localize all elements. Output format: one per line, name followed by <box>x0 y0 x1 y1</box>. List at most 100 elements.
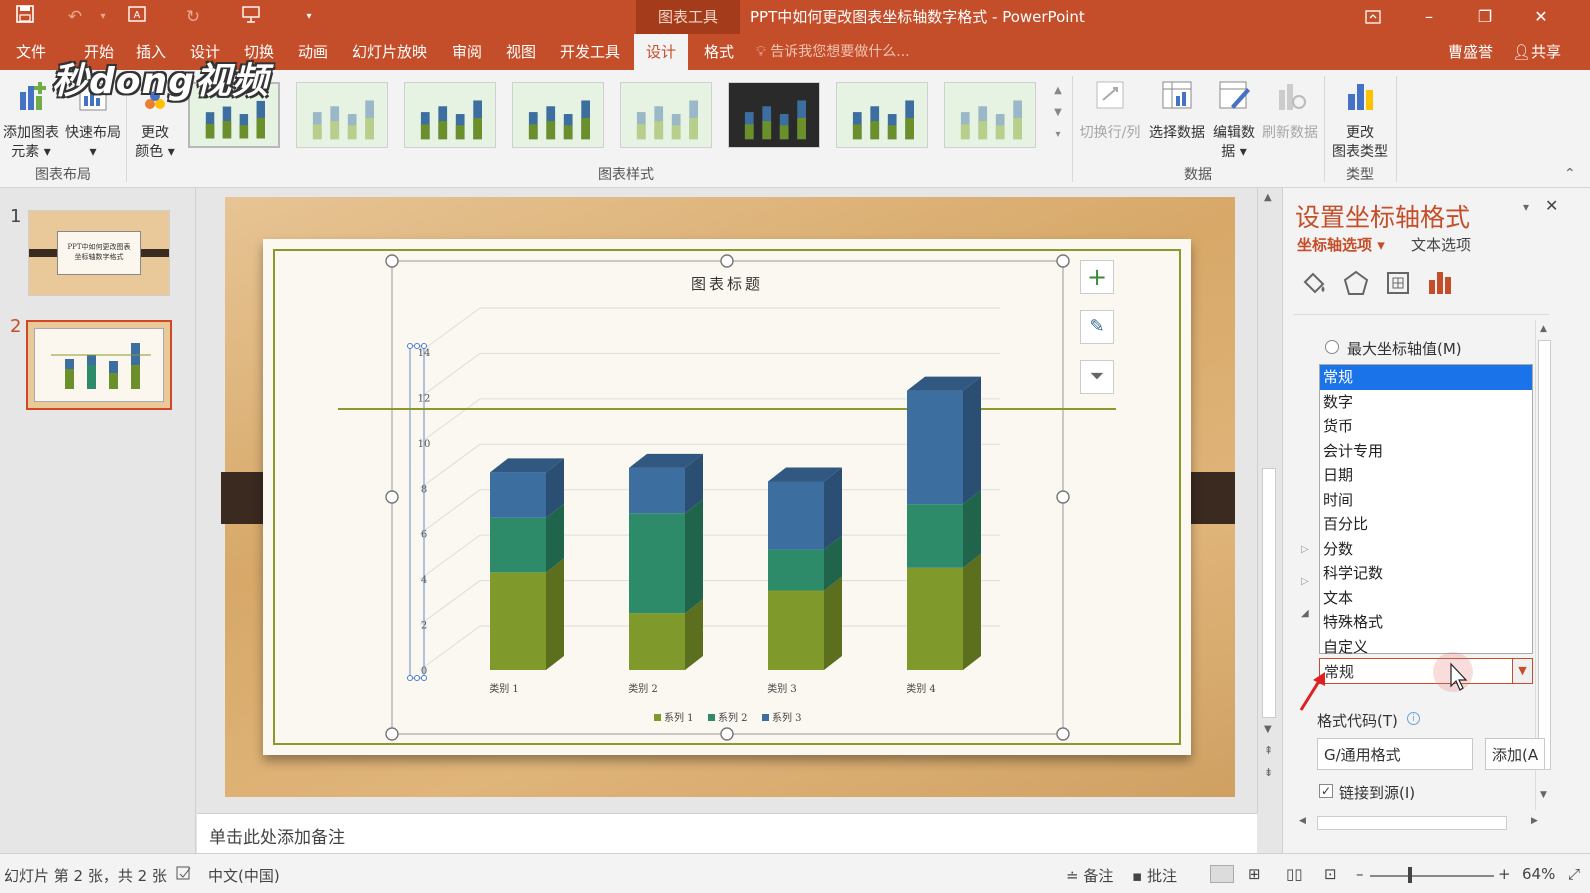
info-icon[interactable]: i <box>1407 712 1420 725</box>
number-category-option[interactable]: 数字 <box>1320 390 1532 415</box>
previous-slide-icon[interactable]: ⇞ <box>1264 744 1273 757</box>
redo-icon[interactable]: ↻ <box>180 5 206 29</box>
slide-thumbnail-2[interactable] <box>26 320 172 410</box>
collapse-ribbon-icon[interactable]: ⌃ <box>1564 166 1576 182</box>
size-properties-icon[interactable] <box>1383 268 1413 298</box>
slideshow-icon[interactable]: ⊡ <box>1324 865 1337 883</box>
pane-scroll-up-icon[interactable]: ▲ <box>1540 324 1547 334</box>
ribbon-display-options-icon[interactable] <box>1350 0 1396 34</box>
edit-data-button[interactable]: 编辑数 据 ▾ <box>1208 78 1260 162</box>
axis-options-icon[interactable] <box>1425 268 1455 298</box>
undo-icon[interactable]: ↶ <box>62 5 88 29</box>
notes-toggle[interactable]: ≐ 备注 <box>1066 865 1113 886</box>
save-icon[interactable] <box>12 5 38 29</box>
share-button[interactable]: 👤︎共享 <box>1508 34 1565 70</box>
pane-hscrollbar[interactable]: ◀ ▶ <box>1295 814 1547 832</box>
max-axis-radio[interactable] <box>1325 340 1339 354</box>
chart-style-thumbnail[interactable] <box>512 82 604 148</box>
collapse-arrow-icon[interactable]: ◢ <box>1301 608 1309 619</box>
next-slide-icon[interactable]: ⇟ <box>1264 766 1273 779</box>
chart-style-thumbnail[interactable] <box>620 82 712 148</box>
scroll-down-icon[interactable]: ▼ <box>1264 724 1272 735</box>
number-category-option[interactable]: 百分比 <box>1320 512 1532 537</box>
present-icon[interactable] <box>238 5 264 29</box>
scroll-up-icon[interactable]: ▲ <box>1264 192 1272 203</box>
scroll-left-icon[interactable]: ◀ <box>1299 816 1306 826</box>
tell-me-search[interactable]: 💡︎ 告诉我您想要做什么... <box>756 34 910 70</box>
zoom-level[interactable]: 64% <box>1522 865 1555 883</box>
chart-style-thumbnail[interactable] <box>404 82 496 148</box>
number-category-option[interactable]: 时间 <box>1320 488 1532 513</box>
customize-toolbar-icon[interactable]: ▾ <box>296 5 322 29</box>
number-category-option[interactable]: 分数 <box>1320 537 1532 562</box>
pane-close-icon[interactable]: ✕ <box>1545 196 1558 215</box>
undo-dropdown-icon[interactable]: ▾ <box>90 5 116 29</box>
chart-style-thumbnail[interactable] <box>944 82 1036 148</box>
link-to-source-checkbox[interactable]: ✓ <box>1319 784 1333 798</box>
tab-slideshow[interactable]: 幻灯片放映 <box>348 34 431 70</box>
switch-row-column-button[interactable]: 切换行/列 <box>1076 78 1144 143</box>
tab-review[interactable]: 审阅 <box>448 34 486 70</box>
expand-arrow-icon[interactable]: ▷ <box>1301 544 1309 555</box>
pane-hscroll-thumb[interactable] <box>1317 816 1507 830</box>
select-data-button[interactable]: 选择数据 <box>1144 78 1210 143</box>
chart-elements-button[interactable]: + <box>1080 260 1114 294</box>
number-category-option[interactable]: 货币 <box>1320 414 1532 439</box>
slide-thumbnail-1[interactable]: PPT中如何更改图表 坐标轴数字格式 <box>28 210 170 296</box>
text-options-tab[interactable]: 文本选项 <box>1411 234 1471 255</box>
number-category-option[interactable]: 科学记数 <box>1320 561 1532 586</box>
tab-animations[interactable]: 动画 <box>294 34 332 70</box>
chart-styles-brush-button[interactable]: ✎ <box>1080 310 1114 344</box>
text-box-icon[interactable]: A <box>124 5 150 29</box>
effects-icon[interactable] <box>1341 268 1371 298</box>
number-category-option[interactable]: 日期 <box>1320 463 1532 488</box>
scroll-thumb[interactable] <box>1262 468 1276 718</box>
user-name[interactable]: 曹盛誉 <box>1444 34 1497 70</box>
tab-view[interactable]: 视图 <box>502 34 540 70</box>
zoom-in-button[interactable]: + <box>1498 865 1511 883</box>
refresh-data-button[interactable]: 刷新数据 <box>1258 78 1322 143</box>
number-category-option[interactable]: 自定义 <box>1320 635 1532 660</box>
minimize-button[interactable]: – <box>1406 0 1452 34</box>
number-category-list[interactable]: 常规 数字 货币 会计专用 日期 时间 百分比 分数 科学记数 文本 特殊格式 自定义 <box>1319 364 1533 656</box>
pane-scroll-thumb[interactable] <box>1538 340 1551 770</box>
canvas-scrollbar[interactable]: ▲ ▼ ⇞ ⇟ <box>1257 188 1281 813</box>
chart-filter-button[interactable]: ⏷ <box>1080 360 1114 394</box>
number-category-option[interactable]: 会计专用 <box>1320 439 1532 464</box>
pane-scrollbar[interactable]: ▲ ▼ <box>1535 320 1553 810</box>
tab-chart-design[interactable]: 设计 <box>634 34 689 70</box>
expand-arrow-icon[interactable]: ▷ <box>1301 576 1309 587</box>
fill-line-icon[interactable] <box>1299 268 1329 298</box>
change-chart-type-button[interactable]: 更改 图表类型 <box>1326 78 1394 162</box>
close-button[interactable]: ✕ <box>1518 0 1564 34</box>
chevron-down-icon[interactable]: ▼ <box>1512 659 1532 683</box>
chart-style-thumbnail[interactable] <box>728 82 820 148</box>
zoom-out-button[interactable]: – <box>1356 865 1364 883</box>
normal-view-icon[interactable] <box>1210 865 1234 883</box>
scroll-right-icon[interactable]: ▶ <box>1531 816 1538 826</box>
axis-options-tab[interactable]: 坐标轴选项 ▾ <box>1297 234 1385 255</box>
tab-chart-format[interactable]: 格式 <box>700 34 738 70</box>
format-code-input[interactable]: G/通用格式 <box>1317 738 1473 770</box>
number-category-option[interactable]: 文本 <box>1320 586 1532 611</box>
zoom-slider-track[interactable] <box>1370 875 1494 877</box>
zoom-slider-thumb[interactable] <box>1408 867 1412 883</box>
pane-scroll-down-icon[interactable]: ▼ <box>1540 790 1547 800</box>
chart-style-thumbnail[interactable] <box>836 82 928 148</box>
tab-developer[interactable]: 开发工具 <box>556 34 624 70</box>
reading-view-icon[interactable]: ▯▯ <box>1286 865 1303 883</box>
number-category-option[interactable]: 特殊格式 <box>1320 610 1532 635</box>
gallery-scroll[interactable]: ▲ ▼ ▾ <box>1050 80 1066 150</box>
notes-area[interactable]: 单击此处添加备注 <box>197 813 1257 853</box>
language-status[interactable]: 中文(中国) <box>208 865 280 886</box>
comments-toggle[interactable]: ▪ 批注 <box>1132 865 1177 886</box>
slide-sorter-icon[interactable]: ⊞ <box>1248 865 1261 883</box>
restore-button[interactable]: ❐ <box>1462 0 1508 34</box>
add-format-button[interactable]: 添加(A <box>1485 738 1545 770</box>
tab-file[interactable]: 文件 <box>12 34 50 70</box>
pane-options-dropdown-icon[interactable]: ▾ <box>1523 200 1529 214</box>
number-category-select[interactable]: 常规 ▼ <box>1319 658 1533 684</box>
fit-slide-icon[interactable]: ⤢ <box>1568 865 1580 883</box>
spell-check-icon[interactable] <box>176 865 192 885</box>
chart-style-thumbnail[interactable] <box>296 82 388 148</box>
